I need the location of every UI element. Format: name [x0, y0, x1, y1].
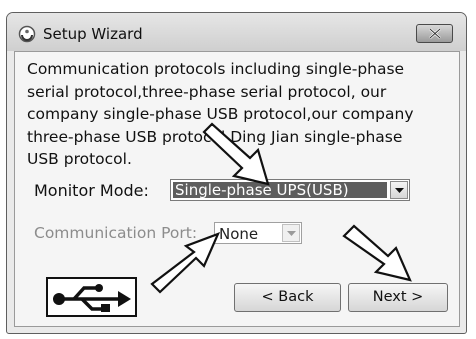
close-button[interactable] — [416, 24, 453, 43]
monitor-mode-dropdown-button[interactable] — [390, 181, 408, 199]
communication-port-dropdown-button[interactable] — [282, 224, 300, 242]
usb-logo — [46, 277, 137, 317]
back-button[interactable]: < Back — [234, 283, 341, 312]
usb-logo-icon — [53, 284, 131, 312]
setup-wizard-app-icon — [18, 25, 36, 43]
monitor-mode-label: Monitor Mode: — [34, 181, 149, 200]
annotation-arrow-icon — [202, 122, 270, 186]
title-bar: Setup Wizard — [7, 13, 466, 51]
chevron-down-icon — [287, 231, 296, 236]
chevron-down-icon — [395, 188, 404, 193]
annotation-arrow-icon — [342, 224, 412, 282]
window-title: Setup Wizard — [43, 25, 143, 43]
close-icon — [429, 28, 441, 39]
next-button[interactable]: Next > — [348, 283, 448, 312]
annotation-arrow-icon — [150, 232, 221, 294]
